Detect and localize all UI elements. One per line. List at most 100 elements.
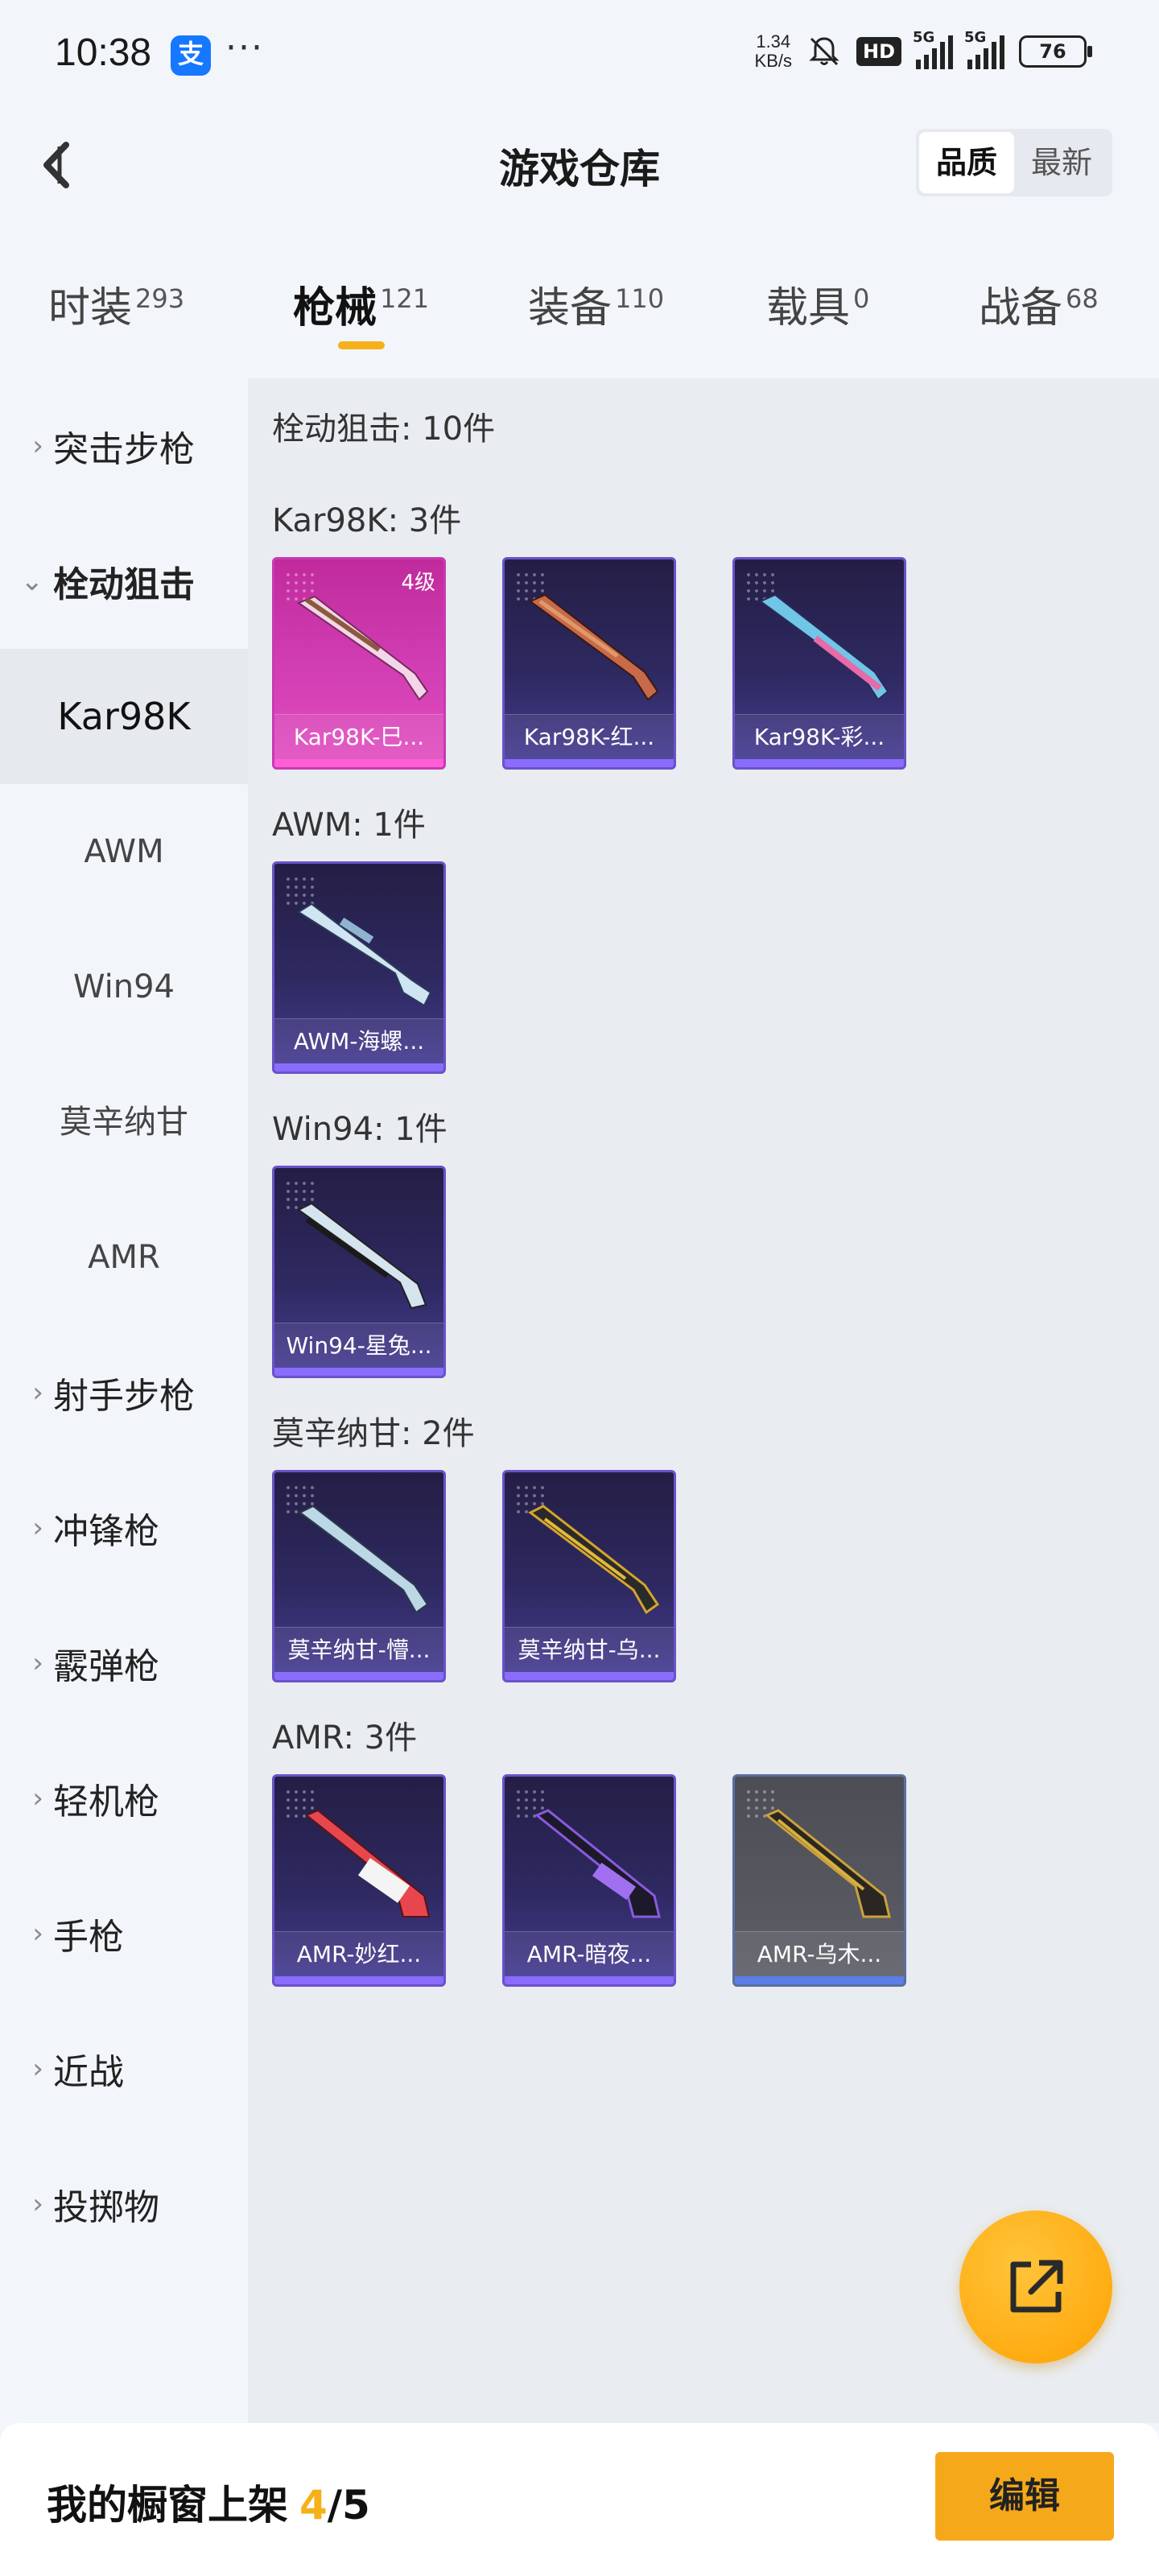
- chevron-right-icon: ›: [32, 2053, 43, 2085]
- rifle-icon: [296, 595, 429, 701]
- item-card[interactable]: AMR-乌木...: [732, 1774, 906, 1987]
- section-title: AWM: 1件: [272, 807, 426, 844]
- chevron-right-icon: ›: [32, 1512, 43, 1544]
- tab-equipment[interactable]: 装备 110: [528, 274, 664, 334]
- tab-label: 载具: [766, 284, 851, 332]
- item-name: Kar98K-彩...: [735, 714, 904, 759]
- tab-count: 68: [1066, 283, 1099, 314]
- showcase-count: 4: [299, 2482, 328, 2529]
- section-title: Kar98K: 3件: [272, 502, 462, 539]
- sidebar-item-melee[interactable]: › 近战: [0, 2001, 248, 2136]
- sort-quality-button[interactable]: 品质: [919, 132, 1014, 193]
- chevron-right-icon: ›: [32, 2188, 43, 2220]
- section-title: 莫辛纳甘: 2件: [272, 1415, 475, 1452]
- bottom-bar: 我的橱窗上架 4/5 编辑: [0, 2423, 1159, 2576]
- sidebar-item-label: 突击步枪: [53, 429, 195, 470]
- chevron-right-icon: ›: [32, 430, 43, 462]
- hd-icon: HD: [856, 37, 901, 66]
- item-name: AMR-暗夜...: [505, 1931, 674, 1976]
- item-card[interactable]: 4级 Kar98K-巳...: [272, 557, 446, 770]
- network-speed-unit: KB/s: [754, 51, 792, 71]
- alipay-icon: 支: [171, 35, 211, 76]
- rarity-bar: [735, 1976, 904, 1984]
- rifle-icon: [528, 1505, 660, 1615]
- showcase-label: 我的橱窗上架: [47, 2482, 288, 2529]
- rifle-icon: [299, 1505, 429, 1614]
- tab-supplies[interactable]: 战备 68: [979, 274, 1099, 334]
- item-name: AMR-妙红...: [274, 1931, 443, 1976]
- rarity-bar: [274, 759, 443, 767]
- sidebar-item-lmg[interactable]: › 轻机枪: [0, 1731, 248, 1866]
- status-time: 10:38: [55, 31, 152, 74]
- section-title: Win94: 1件: [272, 1111, 448, 1148]
- sidebar-subitem-kar98k[interactable]: Kar98K: [0, 649, 248, 784]
- sidebar-item-label: 栓动狙击: [53, 564, 195, 605]
- rifle-icon: [529, 593, 659, 701]
- item-card[interactable]: AMR-妙红...: [272, 1774, 446, 1987]
- status-right: 1.34 KB/s HD 5G 5G 76: [754, 29, 1092, 71]
- network-speed-value: 1.34: [756, 31, 791, 52]
- sidebar: › 突击步枪 ⌄ 栓动狙击 Kar98K AWM Win94 莫辛纳甘 AMR …: [0, 378, 248, 2423]
- tab-count: 121: [380, 283, 430, 314]
- tab-label: 时装: [48, 284, 133, 332]
- item-card[interactable]: Kar98K-红...: [502, 557, 676, 770]
- sort-toggle: 品质 最新: [916, 129, 1112, 196]
- anti-material-rifle-icon: [305, 1809, 431, 1918]
- section-title: AMR: 3件: [272, 1719, 418, 1757]
- item-card[interactable]: 莫辛纳甘-乌...: [502, 1470, 676, 1682]
- sort-latest-button[interactable]: 最新: [1014, 132, 1109, 193]
- sidebar-subitem-win94[interactable]: Win94: [0, 919, 248, 1055]
- sidebar-item-smg[interactable]: › 冲锋枪: [0, 1460, 248, 1596]
- sidebar-item-pistol[interactable]: › 手枪: [0, 1866, 248, 2001]
- net-type-1: 5G: [913, 29, 935, 46]
- item-card[interactable]: 莫辛纳甘-懵...: [272, 1470, 446, 1682]
- sidebar-subitem-amr[interactable]: AMR: [0, 1190, 248, 1325]
- chevron-down-icon: ⌄: [20, 565, 44, 597]
- chevron-right-icon: ›: [32, 1782, 43, 1814]
- sidebar-item-label: 霰弹枪: [53, 1646, 159, 1687]
- rarity-bar: [505, 1672, 674, 1680]
- showcase-status: 我的橱窗上架 4/5: [47, 2473, 370, 2531]
- edit-button[interactable]: 编辑: [935, 2452, 1114, 2541]
- sidebar-item-marksman-rifle[interactable]: › 射手步枪: [0, 1325, 248, 1460]
- rifle-icon: [759, 593, 889, 701]
- sidebar-item-bolt-sniper[interactable]: ⌄ 栓动狙击: [0, 514, 248, 649]
- tab-label: 枪械: [293, 284, 377, 332]
- item-card[interactable]: Win94-星兔...: [272, 1166, 446, 1378]
- rarity-bar: [274, 1672, 443, 1680]
- battery-icon: 76: [1019, 35, 1092, 68]
- mute-bell-icon: [809, 37, 839, 66]
- share-icon: [1010, 2260, 1063, 2313]
- chevron-right-icon: ›: [32, 1647, 43, 1679]
- share-fab-button[interactable]: [959, 2211, 1112, 2363]
- chevron-right-icon: ›: [32, 1918, 43, 1950]
- item-card[interactable]: AMR-暗夜...: [502, 1774, 676, 1987]
- sidebar-subitem-mosin[interactable]: 莫辛纳甘: [0, 1055, 248, 1190]
- item-name: Win94-星兔...: [274, 1323, 443, 1368]
- more-notifications-icon: ···: [225, 27, 264, 68]
- sidebar-item-throwable[interactable]: › 投掷物: [0, 2136, 248, 2272]
- signal-icon-1: 5G: [913, 29, 953, 69]
- tab-count: 0: [853, 283, 870, 314]
- status-bar: 10:38 支 ··· 1.34 KB/s HD 5G 5G 76: [0, 0, 1159, 105]
- sidebar-item-label: 射手步枪: [53, 1376, 195, 1417]
- sidebar-item-label: 近战: [53, 2052, 124, 2093]
- showcase-total: /5: [327, 2482, 370, 2529]
- active-tab-indicator: [338, 341, 385, 349]
- sidebar-item-assault-rifle[interactable]: › 突击步枪: [0, 378, 248, 514]
- rarity-bar: [274, 1063, 443, 1071]
- tab-label: 装备: [528, 284, 612, 332]
- item-name: Kar98K-巳...: [274, 714, 443, 759]
- item-card[interactable]: Kar98K-彩...: [732, 557, 906, 770]
- rarity-bar: [274, 1368, 443, 1376]
- rarity-bar: [505, 1976, 674, 1984]
- item-card[interactable]: AWM-海螺...: [272, 861, 446, 1074]
- category-summary: 栓动狙击: 10件: [272, 411, 496, 448]
- sidebar-item-shotgun[interactable]: › 霰弹枪: [0, 1596, 248, 1731]
- tab-vehicles[interactable]: 载具 0: [766, 274, 869, 334]
- sidebar-subitem-awm[interactable]: AWM: [0, 784, 248, 919]
- rarity-bar: [735, 759, 904, 767]
- tab-fashion[interactable]: 时装 293: [48, 274, 184, 334]
- tab-guns[interactable]: 枪械 121: [293, 274, 429, 334]
- rarity-bar: [505, 759, 674, 767]
